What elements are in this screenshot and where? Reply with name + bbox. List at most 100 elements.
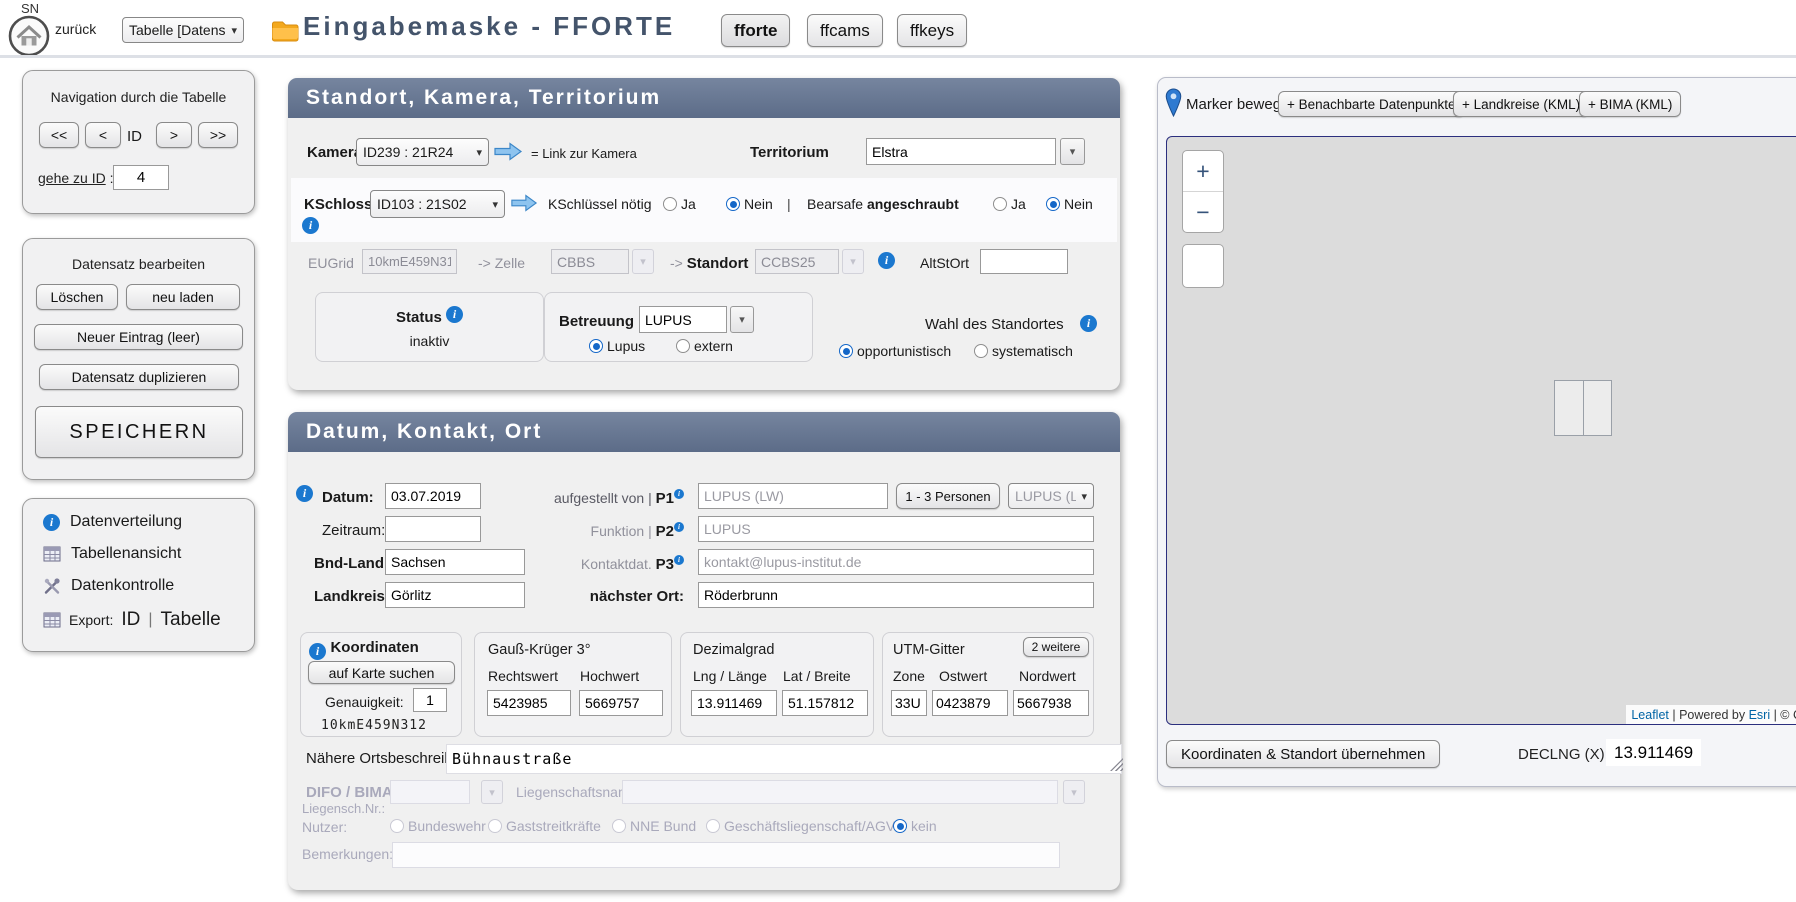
goto-id-link-text[interactable]: gehe zu ID	[38, 170, 106, 186]
standort-info-icon[interactable]: i	[878, 252, 895, 269]
app-button-ffcams[interactable]: ffcams	[807, 14, 883, 47]
kschluessel-ja-radio[interactable]	[663, 197, 677, 211]
altstort-label: AltStOrt	[920, 255, 969, 271]
standort-dropdown-button: ▾	[842, 249, 864, 274]
link-datenverteilung-label[interactable]: Datenverteilung	[70, 513, 182, 531]
standort-panel: Standort, Kamera, Territorium Kamera ID2…	[288, 78, 1120, 390]
nav-prev-button[interactable]: <	[85, 122, 121, 148]
link-tabellenansicht-label[interactable]: Tabellenansicht	[71, 545, 181, 563]
save-button[interactable]: SPEICHERN	[35, 406, 243, 458]
altstort-input[interactable]	[980, 249, 1068, 274]
standort-panel-header: Standort, Kamera, Territorium	[288, 78, 1120, 118]
link-tabellenansicht[interactable]: Tabellenansicht	[43, 545, 181, 563]
ort-input[interactable]	[698, 582, 1094, 608]
datum-info-icon[interactable]: i	[296, 485, 313, 502]
back-link[interactable]: zurück	[55, 21, 96, 37]
kschloss-info-icon[interactable]: i	[302, 217, 319, 234]
wahl-opportunistisch-radio[interactable]	[839, 344, 853, 358]
territorium-dropdown-button[interactable]: ▾	[1060, 138, 1085, 165]
bearsafe-ja-radio[interactable]	[993, 197, 1007, 211]
chevron-down-icon: ▾	[231, 24, 237, 37]
p3-input[interactable]	[698, 549, 1094, 575]
map-canvas[interactable]: + − Leaflet | Powered by Esri | © C	[1166, 136, 1796, 725]
utm-zone-input[interactable]	[891, 690, 927, 716]
goto-id-input[interactable]	[113, 165, 169, 190]
zoom-in-button[interactable]: +	[1183, 151, 1223, 191]
p1-personen-button[interactable]: 1 - 3 Personen	[896, 483, 1000, 509]
chevron-down-icon: ▾	[739, 313, 745, 326]
standort-panel-title: Standort, Kamera, Territorium	[306, 86, 661, 110]
link-datenverteilung[interactable]: i Datenverteilung	[43, 513, 182, 531]
betreuung-dropdown-button[interactable]: ▾	[730, 306, 754, 333]
table-select[interactable]: Tabelle [Datens ▾	[122, 17, 244, 43]
karte-suchen-button[interactable]: auf Karte suchen	[308, 661, 455, 684]
kschluessel-label: KSchlüssel nötig	[548, 196, 652, 212]
p1-info-icon[interactable]: i	[674, 489, 684, 499]
nav-next-button[interactable]: >	[156, 122, 192, 148]
p2-info-icon[interactable]: i	[674, 522, 684, 532]
betreuung-input[interactable]	[639, 306, 727, 333]
dez-lng-input[interactable]	[691, 690, 777, 716]
leaflet-link[interactable]: Leaflet	[1631, 708, 1669, 722]
goto-id-link[interactable]: gehe zu ID :	[38, 170, 114, 186]
map-layers-button[interactable]	[1182, 244, 1224, 288]
app-button-ffkeys[interactable]: ffkeys	[897, 14, 967, 47]
app-button-fforte[interactable]: fforte	[721, 14, 790, 47]
export-row: Export: ID | Tabelle	[43, 609, 221, 631]
utm-more-button[interactable]: 2 weitere	[1023, 637, 1089, 657]
koordinaten-info-icon[interactable]: i	[309, 643, 326, 660]
nav-last-button[interactable]: >>	[198, 122, 238, 148]
delete-button[interactable]: Löschen	[36, 284, 118, 310]
link-datenkontrolle-label[interactable]: Datenkontrolle	[71, 577, 174, 595]
home-icon[interactable]	[8, 15, 50, 57]
datum-panel-title: Datum, Kontakt, Ort	[306, 420, 542, 444]
bearsafe-nein-radio[interactable]	[1046, 197, 1060, 211]
zoom-out-button[interactable]: −	[1183, 192, 1223, 232]
kschloss-link-arrow-icon[interactable]	[510, 193, 538, 213]
esri-link[interactable]: Esri	[1749, 708, 1771, 722]
koordinaten-title-row: i Koordinaten	[309, 639, 419, 660]
gk-rechtswert-input[interactable]	[487, 690, 571, 716]
ortsbeschreibung-input[interactable]	[446, 744, 1122, 774]
bearsafe-label-text: Bearsafe	[807, 196, 863, 212]
kamera-select[interactable]: ID239 : 21R24 ▾	[356, 138, 489, 166]
camera-link-arrow-icon[interactable]	[493, 141, 523, 162]
genauigkeit-input[interactable]	[413, 688, 447, 712]
dez-lat-input[interactable]	[782, 690, 868, 716]
status-info-icon[interactable]: i	[446, 306, 463, 323]
betreuung-extern-radio[interactable]	[676, 339, 690, 353]
export-table-link[interactable]: Tabelle	[161, 609, 221, 631]
p2-input[interactable]	[698, 516, 1094, 542]
wahl-info-icon[interactable]: i	[1080, 315, 1097, 332]
p1-input[interactable]	[698, 483, 888, 509]
apply-coordinates-button[interactable]: Koordinaten & Standort übernehmen	[1166, 740, 1440, 768]
kamera-select-value: ID239 : 21R24	[363, 144, 453, 160]
p3-info-icon[interactable]: i	[674, 555, 684, 565]
utm-ostwert-input[interactable]	[932, 690, 1008, 716]
kschloss-select[interactable]: ID103 : 21S02 ▾	[370, 190, 505, 218]
link-datenkontrolle[interactable]: Datenkontrolle	[43, 577, 174, 595]
duplicate-button[interactable]: Datensatz duplizieren	[39, 364, 239, 390]
p1-select[interactable]: LUPUS (LW ▾	[1008, 483, 1094, 509]
table-icon	[43, 612, 61, 628]
header-divider	[0, 55, 1796, 58]
landkreise-kml-button[interactable]: + Landkreise (KML)	[1453, 91, 1589, 117]
wahl-systematisch-radio[interactable]	[974, 344, 988, 358]
betreuung-lupus-radio[interactable]	[589, 339, 603, 353]
export-id-link[interactable]: ID	[121, 609, 140, 631]
new-entry-button[interactable]: Neuer Eintrag (leer)	[34, 324, 243, 350]
territorium-input[interactable]	[866, 138, 1056, 165]
table-select-value: Tabelle [Datens	[129, 22, 226, 38]
kschluessel-nein-radio[interactable]	[726, 197, 740, 211]
nav-first-button[interactable]: <<	[39, 122, 79, 148]
navigation-panel: Navigation durch die Tabelle << < ID > >…	[22, 70, 255, 214]
datenpunkte-button[interactable]: + Benachbarte Datenpunkte	[1278, 91, 1465, 117]
reload-button[interactable]: neu laden	[126, 284, 240, 310]
wahl-label: Wahl des Standortes	[925, 316, 1064, 333]
utm-nordwert-input[interactable]	[1013, 690, 1089, 716]
chevron-down-icon: ▾	[492, 198, 498, 211]
kschluessel-ja-label: Ja	[681, 196, 696, 212]
broken-tile-placeholder	[1554, 380, 1612, 436]
bima-kml-button[interactable]: + BIMA (KML)	[1579, 91, 1681, 117]
gk-hochwert-input[interactable]	[579, 690, 663, 716]
